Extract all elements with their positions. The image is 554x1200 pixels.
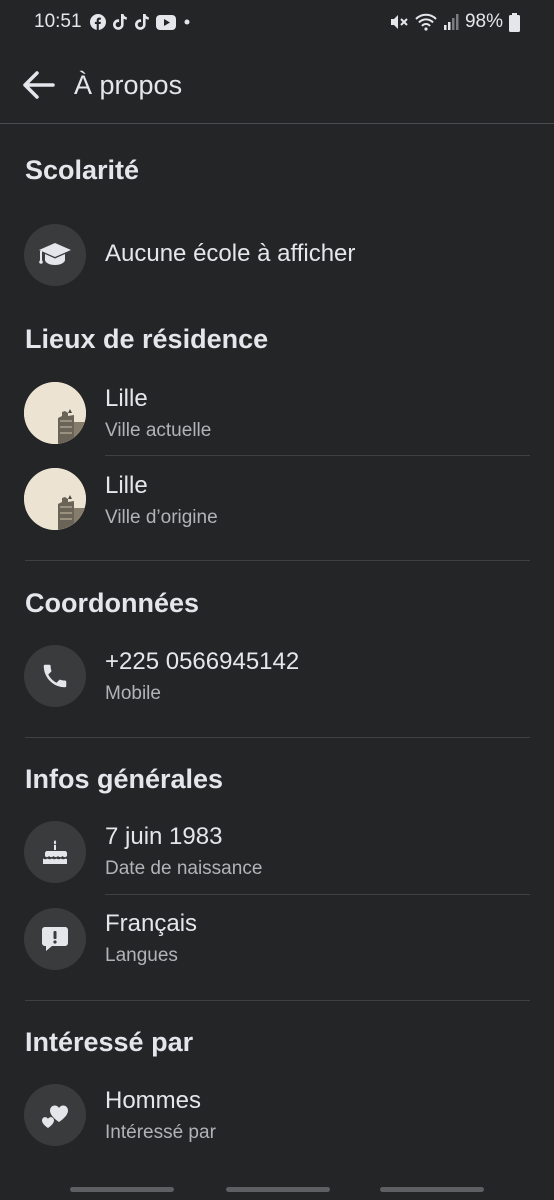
city-photo-image — [24, 468, 86, 530]
city-photo-image — [24, 382, 86, 444]
cake-icon — [43, 840, 67, 864]
cake-icon-container — [24, 821, 86, 883]
language-bubble-icon — [42, 927, 68, 951]
general-row-language[interactable]: Français Langues — [0, 903, 554, 979]
status-bar: 10:51 98% — [0, 0, 554, 46]
hearts-icon-container — [24, 1084, 86, 1146]
battery-icon — [509, 12, 520, 32]
birthday-value: 7 juin 1983 — [105, 823, 223, 850]
section-title-places: Lieux de résidence — [25, 324, 269, 354]
status-app-icons — [90, 10, 192, 34]
nav-recents-button[interactable] — [70, 1187, 174, 1192]
education-icon-container — [24, 224, 86, 286]
nav-home-button[interactable] — [226, 1187, 330, 1192]
phone-type: Mobile — [105, 683, 161, 704]
graduation-cap-icon — [39, 243, 71, 265]
language-icon-container — [24, 908, 86, 970]
dot-icon — [184, 19, 190, 25]
language-value: Français — [105, 910, 198, 937]
interested-label: Intéressé par — [105, 1122, 216, 1143]
section-divider — [25, 737, 530, 738]
battery-percent: 98% — [464, 11, 503, 32]
hearts-icon — [42, 1105, 68, 1128]
page-title: À propos — [74, 70, 183, 100]
city-photo-thumbnail — [24, 468, 86, 530]
phone-icon-container — [24, 645, 86, 707]
back-button[interactable] — [18, 65, 58, 105]
row-divider — [105, 894, 530, 895]
place-row-current[interactable]: Lille Ville actuelle — [0, 378, 554, 454]
education-row[interactable]: Aucune école à afficher — [0, 218, 554, 290]
mute-icon — [390, 15, 408, 29]
general-row-birthday[interactable]: 7 juin 1983 Date de naissance — [0, 816, 554, 892]
row-divider — [105, 455, 530, 456]
interested-value: Hommes — [105, 1087, 202, 1114]
place-origin-label: Ville d’origine — [105, 507, 218, 528]
place-current-name: Lille — [105, 385, 148, 412]
language-label: Langues — [105, 945, 178, 966]
education-text: Aucune école à afficher — [105, 240, 356, 267]
phone-number: +225 0566945142 — [105, 648, 300, 675]
app-bar: À propos — [0, 55, 554, 123]
status-time: 10:51 — [34, 11, 82, 32]
status-system-icons: 98% — [389, 10, 520, 34]
section-divider — [25, 1000, 530, 1001]
youtube-icon — [156, 14, 176, 30]
place-row-origin[interactable]: Lille Ville d’origine — [0, 465, 554, 541]
contact-row-phone[interactable]: +225 0566945142 Mobile — [0, 640, 554, 716]
section-divider — [25, 560, 530, 561]
place-current-label: Ville actuelle — [105, 420, 212, 441]
section-title-contact: Coordonnées — [25, 588, 200, 618]
interested-row[interactable]: Hommes Intéressé par — [0, 1080, 554, 1156]
back-arrow-icon — [23, 71, 55, 99]
facebook-icon — [90, 14, 106, 30]
place-origin-name: Lille — [105, 472, 148, 499]
header-divider — [0, 123, 554, 124]
tiktok-icon — [135, 14, 149, 30]
section-title-interested: Intéressé par — [25, 1027, 194, 1057]
signal-icon — [443, 14, 459, 30]
nav-back-button[interactable] — [380, 1187, 484, 1192]
birthday-label: Date de naissance — [105, 858, 263, 879]
wifi-icon — [415, 13, 437, 31]
system-nav-bar — [0, 1180, 554, 1200]
section-title-general: Infos générales — [25, 764, 224, 794]
tiktok-icon — [113, 14, 127, 30]
city-photo-thumbnail — [24, 382, 86, 444]
phone-icon — [43, 664, 67, 688]
section-title-education: Scolarité — [25, 155, 140, 185]
